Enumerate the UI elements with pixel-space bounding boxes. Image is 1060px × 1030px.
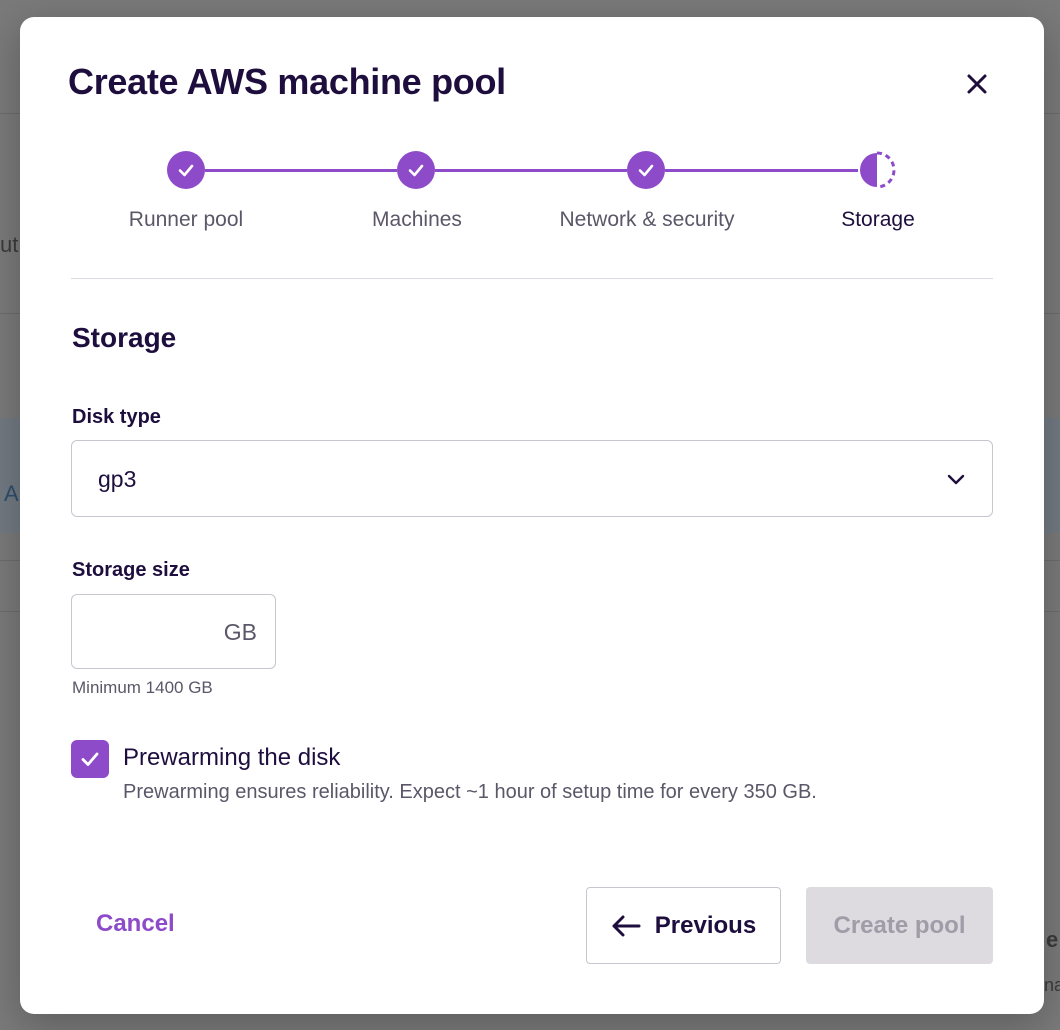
- cancel-button[interactable]: Cancel: [96, 910, 175, 938]
- storage-size-input[interactable]: [82, 605, 212, 659]
- checkmark-icon: [178, 164, 194, 177]
- previous-button-label: Previous: [654, 911, 757, 939]
- disk-type-value: gp3: [98, 466, 137, 492]
- background-text-fragment: e: [1046, 927, 1059, 952]
- create-machine-pool-dialog: Create AWS machine pool Runner pool Mach…: [20, 17, 1044, 1014]
- step-label: Machines: [372, 208, 462, 231]
- prewarm-checkbox[interactable]: [71, 740, 109, 778]
- storage-size-label: Storage size: [72, 559, 190, 581]
- background-text-fragment: A: [4, 481, 19, 506]
- step-label: Runner pool: [128, 208, 244, 231]
- step-machines[interactable]: [397, 151, 435, 189]
- disk-type-select[interactable]: gp3: [71, 440, 993, 517]
- arrow-left-icon: [612, 915, 641, 936]
- storage-size-hint: Minimum 1400 GB: [72, 678, 213, 697]
- step-runner-pool[interactable]: [167, 151, 205, 189]
- storage-size-field: GB: [71, 594, 276, 669]
- half-filled-circle-icon: [860, 151, 896, 189]
- background-text-fragment: na: [1044, 975, 1060, 995]
- prewarm-label: Prewarming the disk: [123, 744, 341, 771]
- step-connector: [665, 169, 858, 172]
- disk-type-label: Disk type: [72, 406, 161, 428]
- section-title: Storage: [72, 322, 177, 353]
- section-divider: [71, 278, 993, 279]
- storage-size-unit: GB: [223, 619, 257, 645]
- chevron-down-icon: [947, 474, 965, 485]
- checkmark-icon: [638, 164, 654, 177]
- create-pool-button[interactable]: Create pool: [806, 887, 993, 964]
- prewarm-description: Prewarming ensures reliability. Expect ~…: [123, 781, 817, 803]
- background-text-fragment: ut: [0, 232, 19, 257]
- step-storage[interactable]: [858, 151, 896, 189]
- step-network-security[interactable]: [627, 151, 665, 189]
- checkmark-icon: [408, 164, 424, 177]
- step-label: Network & security: [559, 208, 735, 231]
- checkmark-icon: [81, 752, 99, 766]
- previous-button[interactable]: Previous: [586, 887, 781, 964]
- wizard-stepper: Runner pool Machines Network & security …: [20, 17, 1044, 257]
- step-connector: [205, 169, 397, 172]
- step-label: Storage: [841, 208, 915, 231]
- step-connector: [435, 169, 627, 172]
